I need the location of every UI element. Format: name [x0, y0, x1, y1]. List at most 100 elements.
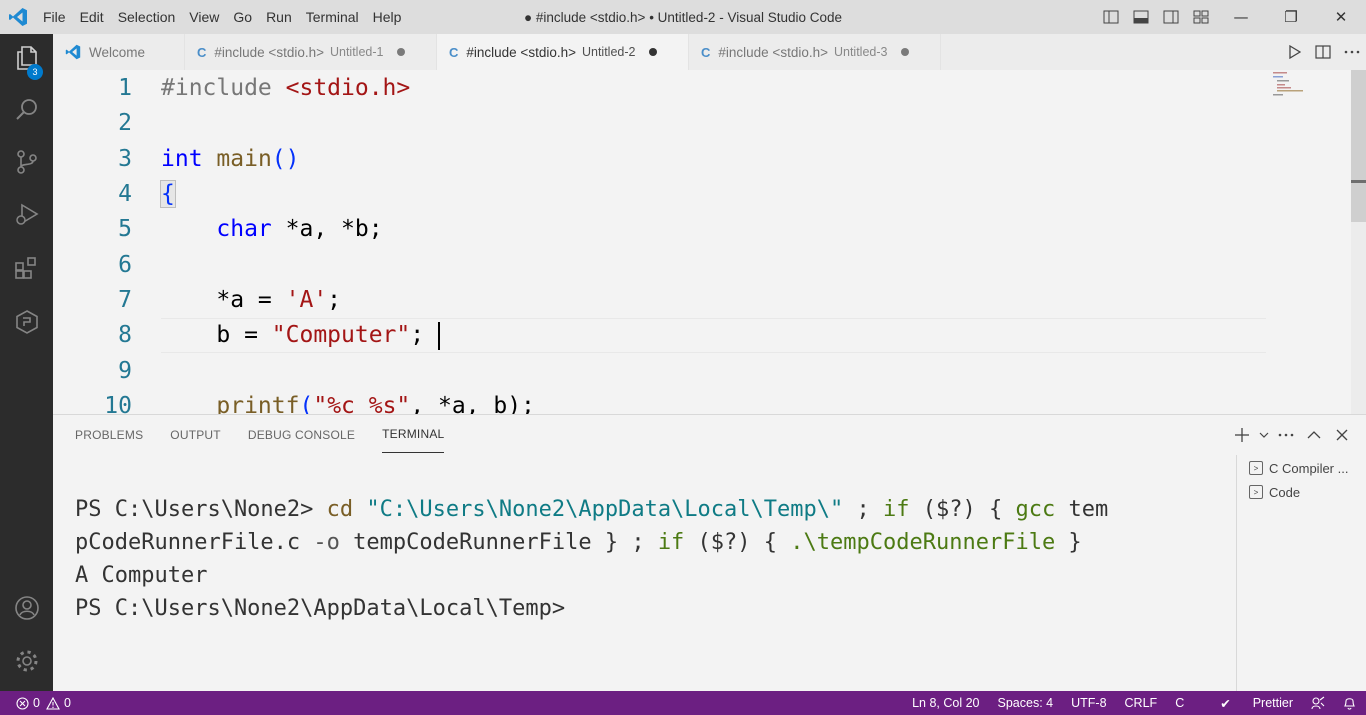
terminal-token: -o	[313, 530, 340, 555]
minimap[interactable]	[1273, 70, 1353, 110]
menu-go[interactable]: Go	[226, 9, 259, 25]
line-number: 5	[118, 216, 132, 242]
terminal-instance-code[interactable]: > Code	[1237, 480, 1366, 504]
search-button[interactable]	[0, 88, 53, 136]
unsaved-dot-icon[interactable]	[397, 48, 406, 56]
search-icon	[13, 96, 41, 128]
new-terminal-icon[interactable]	[1228, 415, 1256, 455]
toggle-primary-sidebar-icon[interactable]	[1096, 0, 1126, 34]
run-debug-button[interactable]	[0, 192, 53, 240]
menu-file[interactable]: File	[36, 9, 73, 25]
menu-view[interactable]: View	[182, 9, 226, 25]
more-actions-icon[interactable]	[1337, 34, 1366, 70]
terminal-instance-c-compiler[interactable]: > C Compiler ...	[1237, 456, 1366, 480]
remote-icon	[13, 308, 41, 340]
panel-actions	[1228, 415, 1356, 455]
line-number: 1	[118, 75, 132, 101]
explorer-button[interactable]: 3	[0, 36, 53, 84]
more-actions-icon[interactable]	[1272, 415, 1300, 455]
terminal-tabs-list: > C Compiler ... > Code	[1236, 455, 1366, 692]
line-number: 6	[118, 252, 132, 278]
line-ending[interactable]: CRLF	[1125, 696, 1158, 710]
code-token: (	[299, 393, 314, 414]
terminal-token: pCodeRunnerFile.c	[75, 530, 314, 555]
problems-status[interactable]: 0 0	[16, 696, 71, 710]
extensions-button[interactable]	[0, 246, 53, 294]
menu-run[interactable]: Run	[259, 9, 299, 25]
code-token: int	[161, 146, 203, 172]
close-panel-icon[interactable]	[1328, 415, 1356, 455]
toggle-secondary-sidebar-icon[interactable]	[1156, 0, 1186, 34]
customize-layout-icon[interactable]	[1186, 0, 1216, 34]
encoding[interactable]: UTF-8	[1071, 696, 1106, 710]
toggle-panel-icon[interactable]	[1126, 0, 1156, 34]
tab-label: Welcome	[89, 44, 146, 60]
code-token: *a, *b;	[271, 216, 383, 242]
line-number: 8	[118, 322, 132, 348]
tab-terminal[interactable]: TERMINAL	[382, 415, 445, 453]
unsaved-dot-icon[interactable]	[901, 48, 910, 56]
prettier-status[interactable]: ✔ Prettier	[1202, 696, 1293, 711]
title-bar: File Edit Selection View Go Run Terminal…	[0, 0, 1366, 34]
code-token: "%c %s"	[313, 393, 411, 414]
code-line-5: char *a, *b;	[161, 216, 383, 242]
terminal-instance-label: C Compiler ...	[1269, 460, 1349, 476]
error-icon	[16, 696, 29, 710]
terminal-line: PS C:\Users\None2> cd "C:\Users\None2\Ap…	[75, 493, 1225, 526]
menu-selection[interactable]: Selection	[111, 9, 183, 25]
tab-label: #include <stdio.h>	[466, 44, 576, 60]
editor-scroll-thumb[interactable]	[1351, 70, 1366, 222]
source-control-icon	[13, 148, 41, 180]
menu-help[interactable]: Help	[366, 9, 409, 25]
tab-problems[interactable]: PROBLEMS	[75, 415, 143, 455]
code-line-4: {	[160, 180, 176, 208]
cursor-position[interactable]: Ln 8, Col 20	[912, 696, 979, 710]
tab-untitled-2[interactable]: C #include <stdio.h> Untitled-2	[437, 34, 689, 70]
remote-explorer-button[interactable]	[0, 300, 53, 348]
tab-untitled-1[interactable]: C #include <stdio.h> Untitled-1	[185, 34, 437, 70]
accounts-button[interactable]	[0, 586, 53, 634]
line-number: 3	[118, 146, 132, 172]
maximize-panel-icon[interactable]	[1300, 415, 1328, 455]
chevron-down-icon[interactable]	[1256, 415, 1272, 455]
account-icon	[13, 594, 41, 626]
tab-output[interactable]: OUTPUT	[170, 415, 221, 455]
run-code-icon[interactable]	[1279, 34, 1308, 70]
tab-description: Untitled-2	[581, 45, 636, 59]
notifications-bell-icon[interactable]	[1343, 696, 1356, 710]
source-control-button[interactable]	[0, 140, 53, 188]
language-mode[interactable]: C	[1175, 696, 1184, 710]
terminal-line: PS C:\Users\None2\AppData\Local\Temp>	[75, 596, 566, 621]
tab-untitled-3[interactable]: C #include <stdio.h> Untitled-3	[689, 34, 941, 70]
tab-debug-console[interactable]: DEBUG CONSOLE	[248, 415, 355, 455]
terminal-icon: >	[1249, 461, 1263, 475]
terminal-token: ;	[843, 497, 883, 522]
text-cursor	[438, 322, 440, 350]
terminal-token: ($?) {	[909, 497, 1016, 522]
terminal-token: if	[657, 530, 685, 555]
close-button[interactable]: ✕	[1316, 0, 1366, 34]
explorer-badge: 3	[27, 64, 43, 80]
manage-button[interactable]	[0, 639, 53, 687]
terminal-icon: >	[1249, 485, 1263, 499]
feedback-icon[interactable]	[1311, 696, 1325, 710]
code-token: printf	[216, 393, 300, 414]
terminal-prompt: PS C:\Users\None2>	[75, 497, 327, 522]
tab-welcome[interactable]: Welcome	[53, 34, 185, 70]
c-file-icon: C	[449, 44, 459, 60]
code-line-1: #include <stdio.h>	[161, 75, 410, 101]
menu-edit[interactable]: Edit	[73, 9, 111, 25]
terminal-output[interactable]: PS C:\Users\None2> cd "C:\Users\None2\Ap…	[75, 493, 1225, 625]
panel-tabs: PROBLEMS OUTPUT DEBUG CONSOLE TERMINAL	[75, 415, 471, 455]
split-editor-icon[interactable]	[1308, 34, 1337, 70]
code-line-8: b = "Computer";	[161, 322, 424, 348]
minimize-button[interactable]: —	[1216, 0, 1266, 34]
code-editor[interactable]: 1 2 3 4 5 6 7 8 9 10 #include <stdio.h> …	[53, 70, 1366, 414]
unsaved-dot-icon[interactable]	[649, 48, 658, 56]
menu-terminal[interactable]: Terminal	[299, 9, 366, 25]
line-number: 2	[118, 110, 132, 136]
restore-button[interactable]: ❐	[1266, 0, 1316, 34]
tab-label: #include <stdio.h>	[214, 44, 324, 60]
indentation[interactable]: Spaces: 4	[998, 696, 1054, 710]
code-token: #include	[161, 75, 286, 101]
